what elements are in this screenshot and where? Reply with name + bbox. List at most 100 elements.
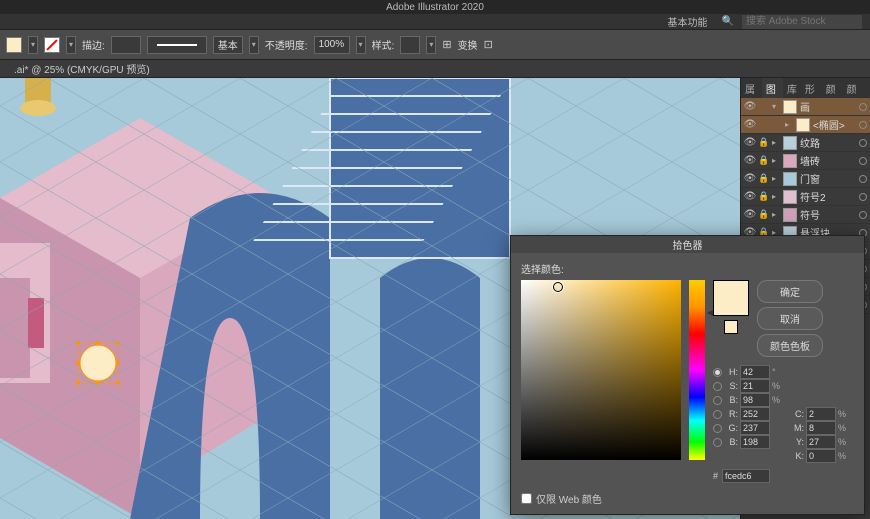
search-icon: 🔍 (722, 16, 734, 27)
align-icon[interactable]: ⊞ (442, 38, 451, 51)
stroke-weight-field[interactable] (111, 36, 141, 54)
layer-name: 符号 (800, 207, 856, 222)
ok-button[interactable]: 确定 (757, 280, 823, 303)
visibility-icon[interactable]: 👁 (744, 173, 756, 185)
visibility-icon[interactable]: 👁 (744, 101, 756, 113)
visibility-icon[interactable]: 👁 (744, 191, 756, 203)
control-bar: ▾ ▾ 描边: 基本 ▾ 不透明度: 100% ▾ 样式: ▾ ⊞ 变换 ⊡ (0, 30, 870, 60)
expand-icon[interactable]: ▸ (772, 138, 780, 147)
target-icon[interactable] (859, 193, 867, 201)
r-field[interactable] (740, 407, 770, 421)
bv-radio[interactable] (713, 438, 722, 447)
tab-swatches[interactable]: 颜色参 (843, 78, 870, 98)
tab-color[interactable]: 颜色 (822, 78, 843, 98)
stroke-style-preview[interactable] (147, 36, 207, 54)
g-field[interactable] (740, 421, 770, 435)
r-radio[interactable] (713, 410, 722, 419)
target-icon[interactable] (859, 139, 867, 147)
target-icon[interactable] (859, 121, 867, 129)
expand-icon[interactable]: ▸ (772, 156, 780, 165)
swatches-button[interactable]: 颜色色板 (757, 334, 823, 357)
lock-icon[interactable]: 🔒 (759, 174, 769, 184)
b-radio[interactable] (713, 396, 722, 405)
current-color-swatch (724, 320, 738, 334)
workspace-switcher[interactable]: 基本功能 (662, 14, 714, 29)
fill-swatch[interactable] (6, 37, 22, 53)
web-only-checkbox[interactable]: 仅限 Web 颜色 (521, 491, 854, 506)
color-picker-title[interactable]: 拾色器 (511, 236, 864, 253)
saturation-value-field[interactable] (521, 280, 681, 460)
layer-row[interactable]: 👁 ▾ 画 (741, 98, 870, 116)
visibility-icon[interactable]: 👁 (744, 119, 756, 131)
layer-name: <椭圆> (813, 117, 856, 132)
h-radio[interactable] (713, 368, 722, 377)
opacity-field[interactable]: 100% (314, 36, 350, 54)
visibility-icon[interactable]: 👁 (744, 209, 756, 221)
target-icon[interactable] (859, 175, 867, 183)
layer-row[interactable]: 👁🔒▸纹路 (741, 134, 870, 152)
lock-icon[interactable]: 🔒 (759, 156, 769, 166)
layer-row[interactable]: 👁🔒▸ 符号 (741, 206, 870, 224)
layer-row[interactable]: 👁🔒▸ 符号2 (741, 188, 870, 206)
tab-layers[interactable]: 图层 (762, 78, 783, 98)
cancel-button[interactable]: 取消 (757, 307, 823, 330)
expand-icon[interactable]: ▾ (772, 102, 780, 111)
layer-thumbnail (783, 208, 797, 222)
transform-icon[interactable]: ⊡ (484, 38, 493, 51)
k-field[interactable] (806, 449, 836, 463)
c-field[interactable] (806, 407, 836, 421)
b-field[interactable] (740, 393, 770, 407)
h-field[interactable] (740, 365, 770, 379)
layer-name: 符号2 (800, 189, 856, 204)
hex-field[interactable] (722, 469, 770, 483)
tab-properties[interactable]: 属性 (741, 78, 762, 98)
stroke-swatch[interactable] (44, 37, 60, 53)
expand-icon[interactable]: ▸ (785, 120, 793, 129)
layer-thumbnail (783, 100, 797, 114)
transform-label[interactable]: 变换 (458, 37, 478, 52)
graphic-style-field[interactable] (400, 36, 420, 54)
expand-icon[interactable]: ▸ (772, 210, 780, 219)
lock-icon[interactable]: 🔒 (759, 138, 769, 148)
search-input[interactable] (742, 15, 862, 29)
layer-row[interactable]: 👁 ▸ <椭圆> (741, 116, 870, 134)
tab-libraries[interactable]: 库 (783, 78, 801, 98)
lock-icon[interactable]: 🔒 (759, 210, 769, 220)
lock-icon[interactable] (759, 120, 769, 130)
stroke-dropdown-icon[interactable]: ▾ (66, 36, 76, 54)
visibility-icon[interactable]: 👁 (744, 155, 756, 167)
target-icon[interactable] (859, 211, 867, 219)
document-tab[interactable]: .ai* @ 25% (CMYK/GPU 预览) (6, 61, 158, 76)
target-icon[interactable] (859, 103, 867, 111)
web-only-input[interactable] (521, 493, 532, 504)
g-radio[interactable] (713, 424, 722, 433)
select-color-label: 选择颜色: (521, 261, 854, 276)
fill-dropdown-icon[interactable]: ▾ (28, 36, 38, 54)
s-radio[interactable] (713, 382, 722, 391)
layer-thumbnail (783, 172, 797, 186)
lock-icon[interactable]: 🔒 (759, 192, 769, 202)
layer-row[interactable]: 👁🔒▸ 门窗 (741, 170, 870, 188)
expand-icon[interactable]: ▸ (772, 192, 780, 201)
layer-name: 画 (800, 99, 856, 114)
s-field[interactable] (740, 379, 770, 393)
layer-thumbnail (783, 190, 797, 204)
stroke-style-label[interactable]: 基本 (213, 36, 243, 54)
layer-row[interactable]: 👁🔒▸墙砖 (741, 152, 870, 170)
tab-align[interactable]: 形变 (801, 78, 822, 98)
bv-field[interactable] (740, 435, 770, 449)
lock-icon[interactable] (759, 102, 769, 112)
layer-thumbnail (796, 118, 810, 132)
style-dropdown-icon[interactable]: ▾ (426, 36, 436, 54)
opacity-dropdown-icon[interactable]: ▾ (356, 36, 366, 54)
document-tabs: .ai* @ 25% (CMYK/GPU 预览) (0, 60, 870, 78)
target-icon[interactable] (859, 157, 867, 165)
workspace-bar: 基本功能 🔍 (0, 14, 870, 30)
layer-name: 门窗 (800, 171, 856, 186)
m-field[interactable] (806, 421, 836, 435)
y-field[interactable] (806, 435, 836, 449)
stroke-style-dropdown-icon[interactable]: ▾ (249, 36, 259, 54)
visibility-icon[interactable]: 👁 (744, 137, 756, 149)
expand-icon[interactable]: ▸ (772, 174, 780, 183)
hue-slider[interactable] (689, 280, 705, 460)
